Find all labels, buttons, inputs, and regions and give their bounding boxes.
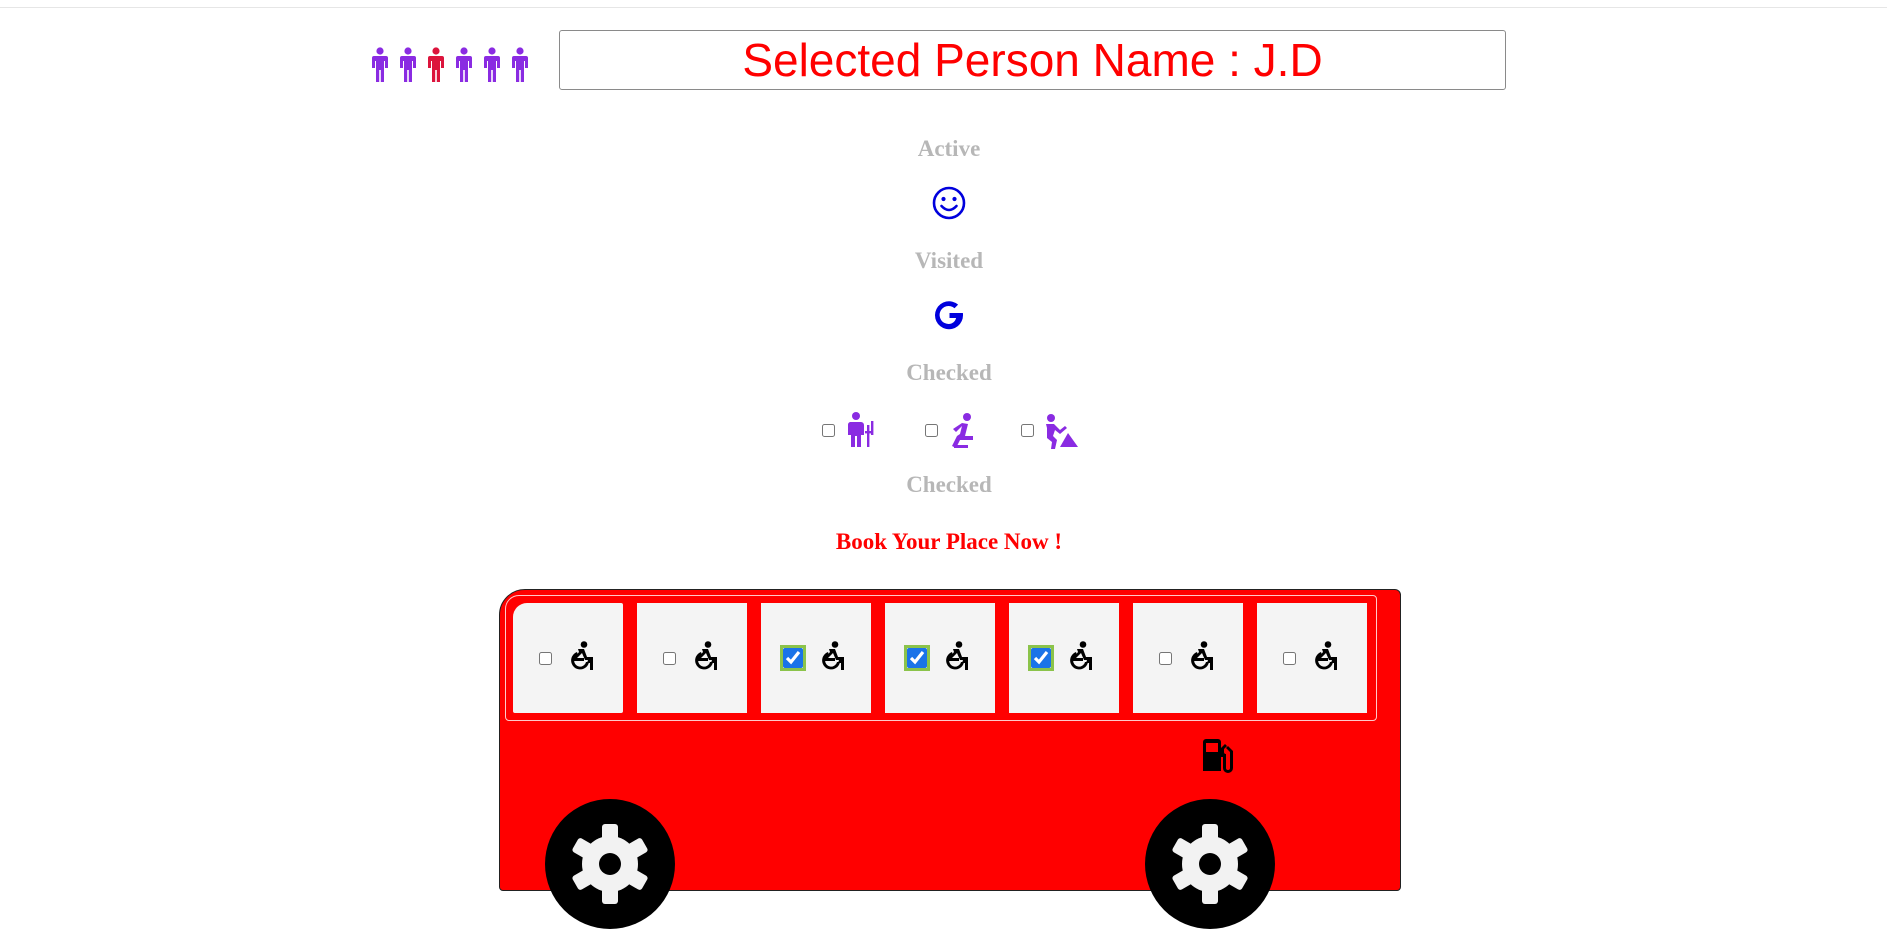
person-digging-icon: [1040, 411, 1078, 449]
checked-label: Checked: [906, 360, 992, 385]
option-person-with-cane: [822, 410, 879, 450]
bus-seat[interactable]: [885, 603, 995, 713]
people-selector: [368, 47, 532, 83]
activity-options: [0, 410, 1887, 450]
bus-seat[interactable]: [1257, 603, 1367, 713]
wheelchair-icon: [813, 640, 849, 676]
seat-checkbox[interactable]: [1282, 651, 1296, 665]
bus-seat[interactable]: [513, 603, 623, 713]
checked-label: Checked: [906, 472, 992, 497]
seat-checkbox[interactable]: [904, 645, 930, 671]
bus-seat[interactable]: [761, 603, 871, 713]
bus-wheel: [545, 799, 675, 929]
seat-checkbox[interactable]: [1028, 645, 1054, 671]
book-heading: Book Your Place Now !: [835, 529, 1063, 554]
top-divider: [0, 7, 1887, 8]
wheelchair-icon: [562, 640, 598, 676]
person-icon[interactable]: [508, 47, 532, 83]
active-label: Active: [917, 136, 981, 161]
bus-seat[interactable]: [1133, 603, 1243, 713]
seat-checkbox[interactable]: [662, 651, 676, 665]
selected-person-name-box: Selected Person Name : J.D: [559, 30, 1506, 90]
wheelchair-icon: [686, 640, 722, 676]
wheelchair-icon: [1306, 640, 1342, 676]
option-checkbox[interactable]: [1021, 423, 1034, 437]
google-g-icon: [930, 296, 968, 334]
person-icon[interactable]: [368, 47, 392, 83]
bus-wheel: [1145, 799, 1275, 929]
person-icon[interactable]: [452, 47, 476, 83]
bus-seat[interactable]: [637, 603, 747, 713]
wheelchair-icon: [1061, 640, 1097, 676]
kneeling-person-icon: [944, 411, 982, 449]
wheelchair-icon: [1182, 640, 1218, 676]
smiley-icon: [930, 184, 968, 222]
gear-icon: [567, 821, 653, 907]
wheelchair-icon: [937, 640, 973, 676]
option-person-digging: [1021, 410, 1078, 450]
seat-checkbox[interactable]: [538, 651, 552, 665]
option-checkbox[interactable]: [822, 423, 835, 437]
seat-checkbox[interactable]: [780, 645, 806, 671]
option-checkbox[interactable]: [925, 423, 938, 437]
visited-label: Visited: [914, 248, 984, 273]
option-kneeling-person: [925, 410, 982, 450]
person-icon[interactable]: [480, 47, 504, 83]
seat-checkbox[interactable]: [1158, 651, 1172, 665]
fuel-pump-icon: [1199, 738, 1235, 774]
person-icon[interactable]: [396, 47, 420, 83]
bus-seat[interactable]: [1009, 603, 1119, 713]
person-icon-selected[interactable]: [424, 47, 448, 83]
selected-person-name: Selected Person Name : J.D: [742, 34, 1323, 86]
person-with-cane-icon: [841, 411, 879, 449]
gear-icon: [1167, 821, 1253, 907]
